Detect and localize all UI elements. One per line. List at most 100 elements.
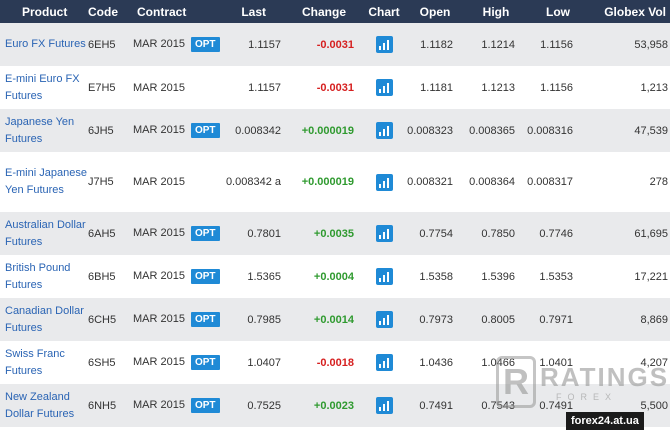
table-row: Australian Dollar Futures 6AH5 MAR 2015 OPT… [0, 212, 670, 255]
chart-cell [363, 66, 405, 109]
contract-cell: MAR 2015 OPT [133, 23, 220, 66]
change-cell: +0.000019 [285, 152, 363, 212]
col-code[interactable]: Code [88, 0, 133, 23]
chart-cell [363, 23, 405, 66]
code-cell: J7H5 [88, 152, 133, 212]
contract-month: MAR 2015 [133, 176, 185, 188]
contract-month: MAR 2015 [133, 124, 185, 136]
bar-chart-icon[interactable] [375, 397, 393, 414]
contract-cell: MAR 2015 OPT [133, 384, 220, 427]
product-link[interactable]: E-mini Euro FX Futures [5, 73, 80, 102]
change-value: +0.0023 [313, 399, 354, 412]
globex-vol-cell: 61,695 [589, 212, 670, 255]
col-open[interactable]: Open [405, 0, 465, 23]
change-value: +0.0014 [313, 313, 354, 326]
code-cell: 6EH5 [88, 23, 133, 66]
change-value: -0.0018 [316, 356, 354, 369]
bar-chart-icon[interactable] [375, 311, 393, 328]
high-cell: 1.5396 [465, 255, 527, 298]
chart-cell [363, 341, 405, 384]
product-link[interactable]: Euro FX Futures [5, 38, 86, 50]
bar-chart-icon[interactable] [375, 173, 393, 191]
col-low[interactable]: Low [527, 0, 589, 23]
col-contract[interactable]: Contract [133, 0, 197, 23]
contract-cell: MAR 2015 [133, 152, 197, 212]
product-cell: Swiss Franc Futures [0, 341, 88, 384]
open-cell: 1.5358 [405, 255, 465, 298]
code-cell: 6BH5 [88, 255, 133, 298]
chart-cell [363, 152, 405, 212]
globex-vol-cell: 17,221 [589, 255, 670, 298]
product-link[interactable]: Japanese Yen Futures [5, 116, 74, 145]
chart-cell [363, 384, 405, 427]
globex-vol-cell: 47,539 [589, 109, 670, 152]
product-cell: British Pound Futures [0, 255, 88, 298]
opt-badge[interactable]: OPT [190, 269, 220, 284]
product-link[interactable]: Canadian Dollar Futures [5, 305, 84, 334]
open-cell: 0.7754 [405, 212, 465, 255]
low-cell: 0.008317 [527, 152, 589, 212]
chart-cell [363, 298, 405, 341]
chart-cell [363, 255, 405, 298]
high-cell: 0.008365 [465, 109, 527, 152]
change-value: +0.0035 [313, 227, 354, 240]
globex-vol-cell: 4,207 [589, 341, 670, 384]
bar-chart-icon[interactable] [375, 354, 393, 371]
change-cell: -0.0031 [285, 23, 363, 66]
table-row: Japanese Yen Futures 6JH5 MAR 2015 OPT 0.008… [0, 109, 670, 152]
product-cell: Australian Dollar Futures [0, 212, 88, 255]
change-cell: -0.0018 [285, 341, 363, 384]
table-row: Swiss Franc Futures 6SH5 MAR 2015 OPT 1.0407… [0, 341, 670, 384]
code-cell: 6NH5 [88, 384, 133, 427]
low-cell: 0.7971 [527, 298, 589, 341]
open-cell: 0.008321 [405, 152, 465, 212]
bar-chart-icon[interactable] [375, 36, 393, 53]
change-cell: -0.0031 [285, 66, 363, 109]
globex-vol-cell: 53,958 [589, 23, 670, 66]
col-high[interactable]: High [465, 0, 527, 23]
opt-badge[interactable]: OPT [190, 123, 220, 138]
globex-vol-cell: 8,869 [589, 298, 670, 341]
change-cell: +0.0014 [285, 298, 363, 341]
low-cell: 1.0401 [527, 341, 589, 384]
product-link[interactable]: Australian Dollar Futures [5, 219, 86, 248]
product-link[interactable]: New Zealand Dollar Futures [5, 391, 74, 420]
last-cell: 0.008342 a [197, 152, 285, 212]
contract-month: MAR 2015 [133, 270, 185, 282]
change-value: +0.000019 [301, 176, 354, 188]
change-value: +0.0004 [313, 270, 354, 283]
last-cell: 1.1157 [197, 66, 285, 109]
high-cell: 0.008364 [465, 152, 527, 212]
col-change[interactable]: Change [285, 0, 363, 23]
opt-badge[interactable]: OPT [190, 226, 220, 241]
bar-chart-icon[interactable] [375, 79, 393, 96]
low-cell: 0.008316 [527, 109, 589, 152]
contract-month: MAR 2015 [133, 399, 185, 411]
opt-badge[interactable]: OPT [190, 398, 220, 413]
opt-badge[interactable]: OPT [190, 312, 220, 327]
open-cell: 1.0436 [405, 341, 465, 384]
contract-cell: MAR 2015 OPT [133, 255, 220, 298]
code-cell: 6SH5 [88, 341, 133, 384]
high-cell: 0.8005 [465, 298, 527, 341]
change-cell: +0.0035 [285, 212, 363, 255]
col-last[interactable]: Last [197, 0, 285, 23]
opt-badge[interactable]: OPT [190, 37, 220, 52]
contract-month: MAR 2015 [133, 356, 185, 368]
open-cell: 1.1182 [405, 23, 465, 66]
contract-cell: MAR 2015 OPT [133, 109, 220, 152]
globex-vol-cell: 278 [589, 152, 670, 212]
open-cell: 0.7973 [405, 298, 465, 341]
col-globex-vol[interactable]: Globex Vol [589, 0, 670, 23]
opt-badge[interactable]: OPT [190, 355, 220, 370]
product-link[interactable]: Swiss Franc Futures [5, 348, 65, 377]
product-link[interactable]: British Pound Futures [5, 262, 70, 291]
low-cell: 1.1156 [527, 23, 589, 66]
contract-month: MAR 2015 [133, 38, 185, 50]
col-product[interactable]: Product [0, 0, 88, 23]
product-link[interactable]: E-mini Japanese Yen Futures [5, 167, 87, 196]
bar-chart-icon[interactable] [375, 225, 393, 242]
bar-chart-icon[interactable] [375, 122, 393, 139]
bar-chart-icon[interactable] [375, 268, 393, 285]
contract-cell: MAR 2015 OPT [133, 212, 220, 255]
